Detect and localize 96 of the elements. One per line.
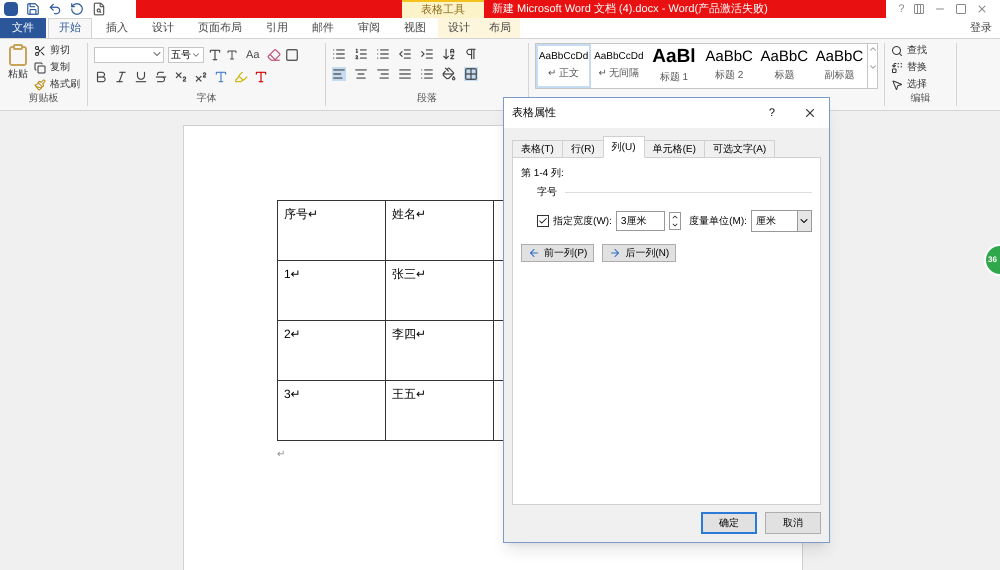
save-icon[interactable]	[26, 2, 40, 16]
italic-icon[interactable]	[114, 70, 128, 84]
spinner-button[interactable]	[669, 212, 682, 230]
ribbon-tab[interactable]: 引用	[256, 18, 298, 38]
undo-icon[interactable]	[48, 2, 62, 16]
ribbon-tab[interactable]: 文件	[0, 18, 46, 38]
context-tab-group: 表格工具	[402, 0, 484, 18]
check-icon	[538, 216, 548, 226]
paragraph-mark-icon[interactable]	[464, 47, 478, 61]
dialog-tab[interactable]: 表格(T)	[512, 140, 563, 158]
previous-column-button[interactable]: 前一列(P)	[521, 244, 594, 262]
underline-icon[interactable]	[134, 70, 148, 84]
character-border-icon[interactable]	[285, 48, 300, 62]
editing-button[interactable]: 选择	[891, 77, 927, 92]
table-cell: 姓名↵	[386, 200, 494, 260]
table-cell: 王五↵	[386, 380, 494, 440]
align-left-icon[interactable]	[332, 67, 346, 81]
table-cell: 2↵	[278, 320, 386, 380]
superscript-icon[interactable]	[194, 70, 208, 84]
table-cell: 序号↵	[278, 200, 386, 260]
print-preview-icon[interactable]	[92, 2, 106, 16]
redo-icon[interactable]	[70, 2, 84, 16]
clipboard-button[interactable]: 复制	[34, 60, 80, 75]
decrease-indent-icon[interactable]	[398, 47, 412, 61]
clipboard-button[interactable]: 剪切	[34, 43, 80, 58]
table-cell: 3↵	[278, 380, 386, 440]
group-label: 剪贴板	[28, 92, 60, 106]
table-cell: 李四↵	[386, 320, 494, 380]
increase-indent-icon[interactable]	[420, 47, 434, 61]
cancel-button[interactable]: 取消	[765, 512, 821, 534]
justify-icon[interactable]	[398, 67, 412, 81]
ribbon-tab[interactable]: 布局	[479, 18, 520, 38]
clipboard-icon	[6, 43, 30, 67]
style-item[interactable]: AaBl 标题 1	[646, 44, 702, 88]
style-item[interactable]: AaBbC 标题 2	[702, 44, 757, 88]
unit-dropdown[interactable]: 厘米	[750, 210, 812, 232]
editing-button[interactable]: 替换	[891, 60, 927, 75]
style-item[interactable]: AaBbC 副标题	[812, 44, 867, 88]
clipboard-button[interactable]: 格式刷	[34, 77, 80, 92]
ribbon-tab[interactable]: 邮件	[302, 18, 344, 38]
dialog-title: 表格属性	[512, 106, 557, 121]
dialog-tab[interactable]: 可选文字(A)	[704, 140, 776, 158]
style-item[interactable]: AaBbCcDd ↵ 无间隔	[591, 44, 646, 88]
ribbon-tab[interactable]: 开始	[48, 18, 92, 38]
bold-icon[interactable]	[94, 70, 108, 84]
sign-in-link[interactable]: 登录	[970, 20, 1000, 38]
group-label: 段落	[416, 92, 438, 106]
table-cell: 张三↵	[386, 260, 494, 320]
font-name-field[interactable]	[94, 47, 164, 64]
ok-button[interactable]: 确定	[701, 512, 757, 534]
numbering-icon[interactable]	[354, 47, 368, 61]
copy-icon	[34, 62, 46, 74]
dialog-tab[interactable]: 列(U)	[602, 136, 645, 158]
editing-button[interactable]: 查找	[891, 43, 927, 58]
help-button[interactable]: ?	[898, 0, 904, 18]
replace-icon	[891, 62, 903, 74]
width-field[interactable]: 3厘米	[616, 211, 666, 231]
change-case-button[interactable]: Aa	[242, 47, 264, 64]
section-label: 第 1-4 列:	[521, 167, 565, 181]
unit-label: 度量单位(M):	[689, 214, 747, 228]
left-arrow-icon	[528, 247, 540, 259]
subscript-icon[interactable]	[174, 70, 188, 84]
scissors-icon	[34, 44, 46, 56]
strikethrough-icon[interactable]	[154, 70, 168, 84]
ribbon-tab[interactable]: 页面布局	[188, 18, 252, 38]
shading-icon[interactable]	[442, 67, 456, 81]
eraser-icon[interactable]	[267, 48, 282, 62]
align-center-icon[interactable]	[354, 67, 368, 81]
group-label: 编辑	[910, 92, 932, 106]
restore-icon[interactable]	[954, 3, 967, 15]
ribbon-tab[interactable]: 插入	[96, 18, 138, 38]
window-title: 新建 Microsoft Word 文档 (4).docx - Word(产品激活失败)	[484, 0, 886, 18]
borders-icon[interactable]	[464, 67, 478, 81]
ribbon-tab[interactable]: 设计	[142, 18, 184, 38]
right-arrow-icon	[609, 247, 622, 259]
align-right-icon[interactable]	[376, 67, 390, 81]
bullets-icon[interactable]	[332, 47, 346, 61]
font-size-field[interactable]: 五号	[168, 47, 204, 64]
ribbon-tab[interactable]: 设计	[438, 18, 479, 38]
style-item[interactable]: AaBbC 标题	[756, 44, 812, 88]
paragraph-mark: ↵	[277, 449, 285, 460]
group-label: 字号	[537, 186, 557, 200]
sort-icon[interactable]	[442, 47, 456, 61]
paintbrush-icon	[34, 78, 46, 90]
next-column-button[interactable]: 后一列(N)	[602, 244, 676, 262]
ribbon-tab[interactable]: 视图	[394, 18, 436, 38]
search-icon	[891, 44, 903, 56]
pointer-icon	[891, 78, 903, 90]
width-checkbox[interactable]: 指定宽度(W):	[537, 214, 612, 228]
close-icon[interactable]	[803, 106, 817, 120]
paste-button[interactable]: 粘贴	[6, 43, 30, 92]
ribbon-tab[interactable]: 审阅	[348, 18, 390, 38]
style-item[interactable]: AaBbCcDd ↵ 正文	[536, 44, 592, 88]
group-label: 字体	[196, 92, 218, 106]
help-button[interactable]: ?	[768, 104, 775, 122]
table-cell: 1↵	[278, 260, 386, 320]
